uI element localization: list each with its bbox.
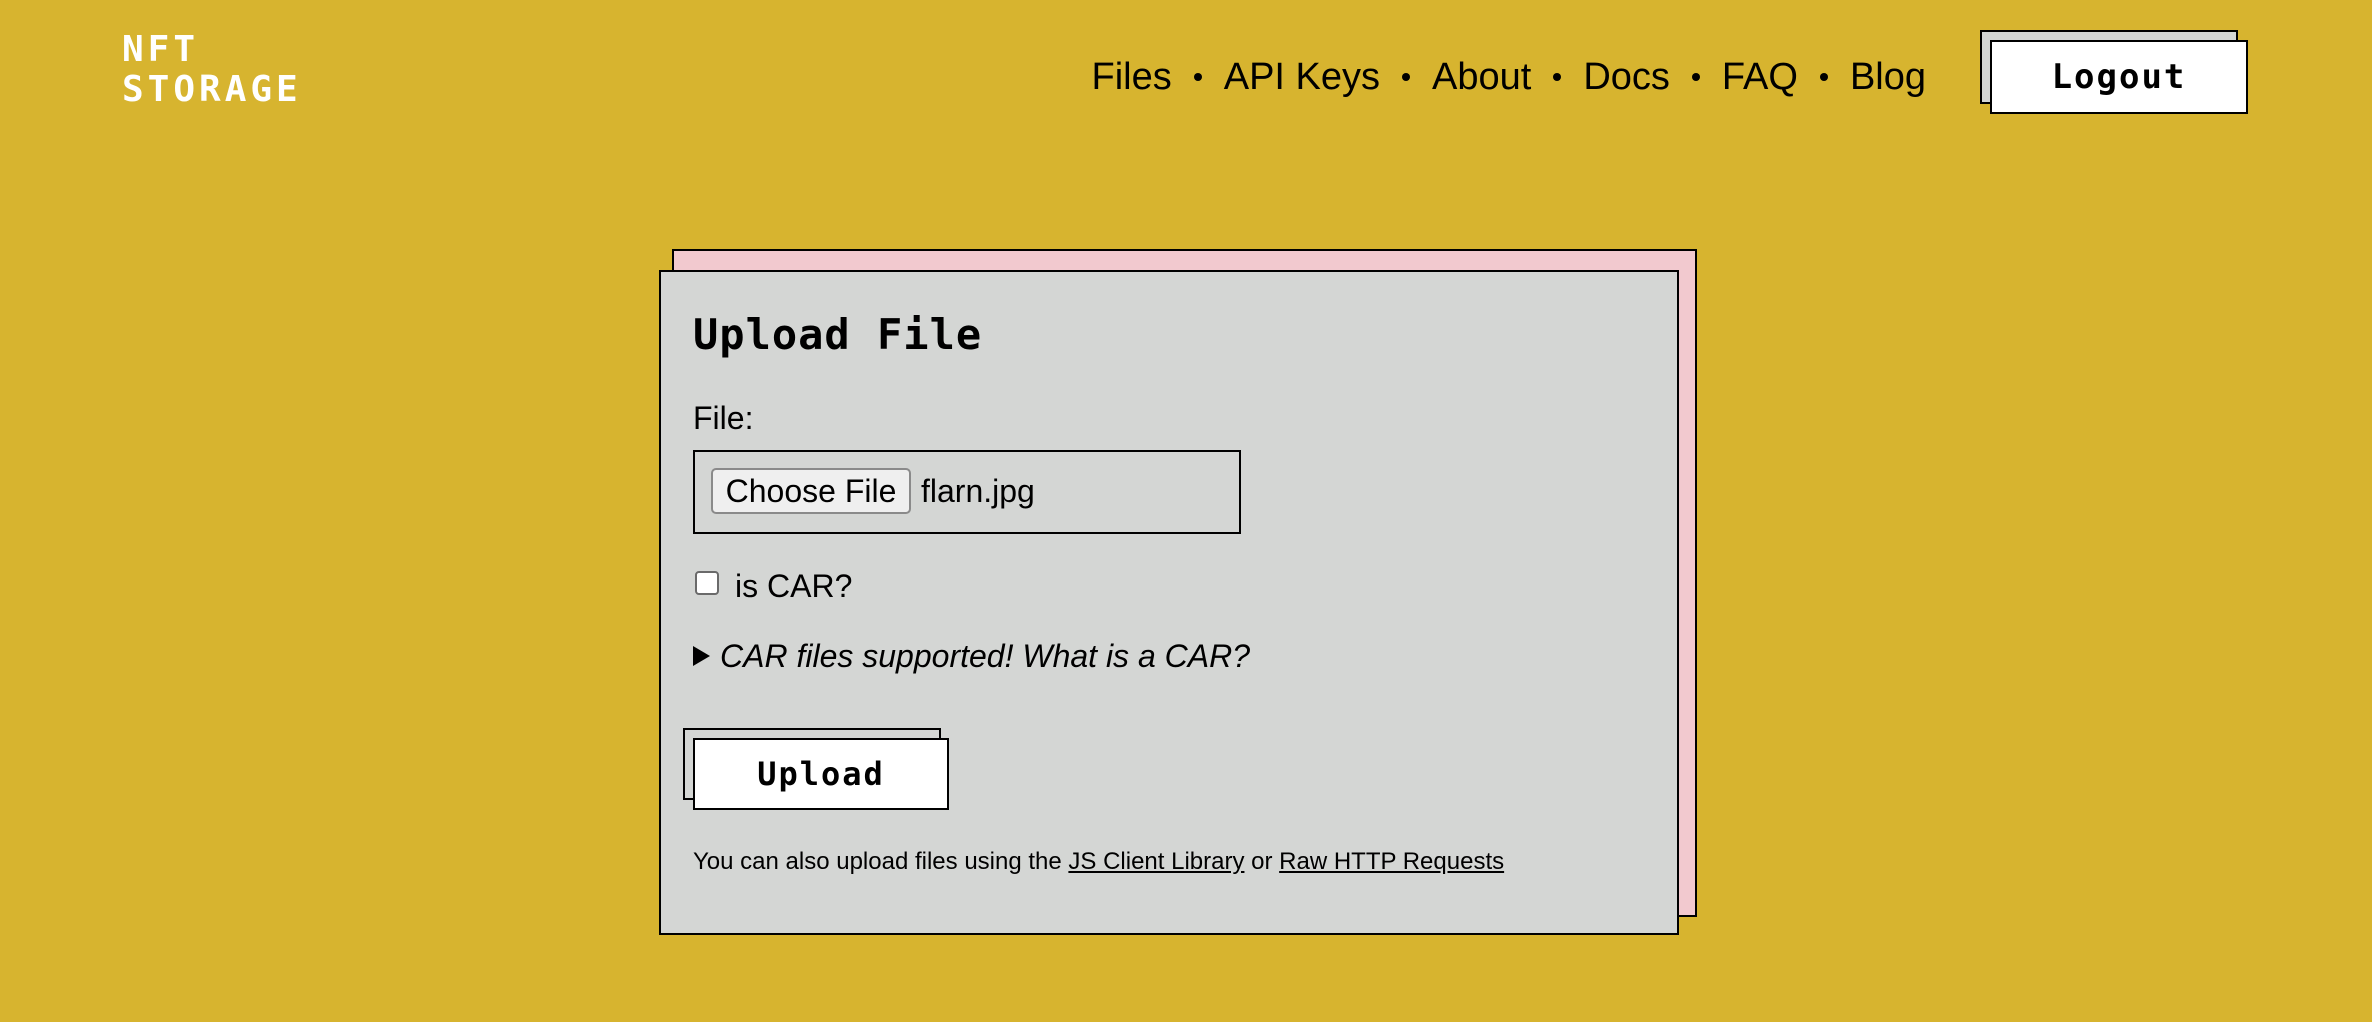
nav-link-docs[interactable]: Docs <box>1583 52 1670 102</box>
car-info-summary-text: CAR files supported! What is a CAR? <box>720 638 1250 674</box>
nav-separator-dot <box>1819 73 1828 81</box>
logout-button[interactable]: Logout <box>1990 40 2248 114</box>
nav-separator-dot <box>1691 73 1700 81</box>
logout-button-group: Logout <box>1980 30 2248 114</box>
js-client-library-link[interactable]: JS Client Library <box>1068 848 1244 875</box>
footnote-middle: or <box>1244 848 1280 875</box>
alternative-upload-note: You can also upload files using the JS C… <box>693 846 1504 878</box>
file-field-label: File: <box>693 400 754 436</box>
logo-line-1: NFT <box>122 29 200 70</box>
nav-separator-dot <box>1193 73 1202 81</box>
choose-file-button[interactable]: Choose File <box>711 468 911 514</box>
file-input[interactable]: Choose File flarn.jpg <box>693 450 1241 534</box>
upload-button-group: Upload <box>683 728 951 810</box>
disclosure-triangle-icon <box>693 646 710 666</box>
page-title: Upload File <box>693 310 983 359</box>
nav-separator-dot <box>1402 73 1411 81</box>
main-nav: Files API Keys About Docs FAQ Blog <box>1091 52 1926 102</box>
footnote-prefix: You can also upload files using the <box>693 848 1069 875</box>
nav-link-faq[interactable]: FAQ <box>1722 52 1798 102</box>
nav-link-api-keys[interactable]: API Keys <box>1224 52 1380 102</box>
is-car-label[interactable]: is CAR? <box>735 566 852 606</box>
raw-http-requests-link[interactable]: Raw HTTP Requests <box>1279 848 1504 875</box>
upload-button[interactable]: Upload <box>693 738 949 810</box>
nav-separator-dot <box>1553 73 1562 81</box>
upload-file-form: Upload File File: Choose File flarn.jpg … <box>659 270 1679 935</box>
nav-link-files[interactable]: Files <box>1091 52 1171 102</box>
logo-line-2: STORAGE <box>122 69 302 110</box>
nav-link-about[interactable]: About <box>1432 52 1531 102</box>
is-car-checkbox[interactable] <box>695 571 719 595</box>
nav-link-blog[interactable]: Blog <box>1850 52 1926 102</box>
selected-file-name: flarn.jpg <box>921 473 1035 509</box>
car-info-disclosure[interactable]: CAR files supported! What is a CAR? <box>693 636 1250 676</box>
nft-storage-logo[interactable]: NFT STORAGE <box>122 28 298 112</box>
